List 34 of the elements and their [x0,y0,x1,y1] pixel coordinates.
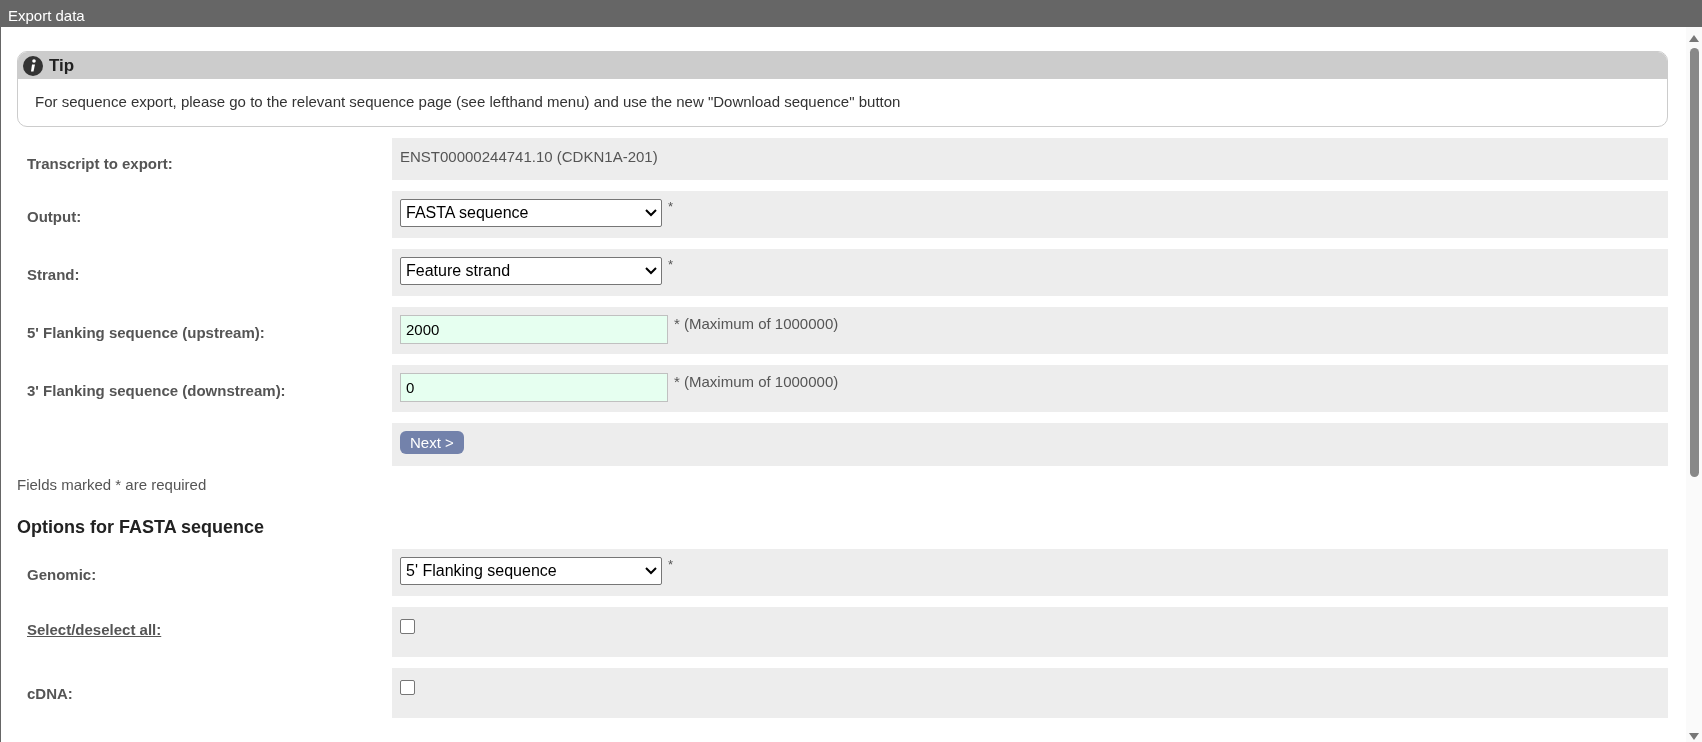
field-note: * (Maximum of 1000000) [674,373,839,390]
input-field[interactable]: 0 [400,373,668,402]
select-all-link[interactable]: Select/deselect all: [27,621,162,638]
field-label: 5' Flanking sequence (upstream): [27,324,265,341]
dropdown-chevron-icon [645,567,657,575]
input-field[interactable]: 2000 [400,315,668,344]
field-label: Transcript to export: [27,155,173,172]
field-label: Output: [27,208,82,225]
tip-text: For sequence export, please go to the relevant sequence page (see lefthand menu) and use the new "Download sequence" button [34,92,902,112]
field-label: Genomic: [27,566,97,583]
field-label: cDNA: [27,685,73,702]
dropdown-select[interactable]: 5' Flanking sequence [400,557,662,585]
required-mark: * [668,257,674,272]
info-icon [23,55,43,76]
dropdown-select[interactable]: Feature strand [400,257,662,285]
field-label: 3' Flanking sequence (downstream): [27,382,286,399]
required-mark: * [668,557,674,572]
dropdown-chevron-icon [645,267,657,275]
transcript-value: ENST00000244741.10 (CDKN1A-201) [400,148,658,165]
window-title: Export data [1,0,1702,27]
scrollbar-thumb[interactable] [1689,48,1699,477]
next-button[interactable]: Next > [400,431,464,454]
section-heading: Options for FASTA sequence [17,517,266,538]
dropdown-select[interactable]: FASTA sequence [400,199,662,227]
required-note: Fields marked * are required [17,476,208,493]
checkbox[interactable] [400,619,415,634]
field-label: Strand: [27,266,80,283]
dropdown-chevron-icon [645,209,657,217]
scroll-down-icon[interactable] [1689,733,1699,740]
scroll-up-icon[interactable] [1689,35,1699,42]
field-note: * (Maximum of 1000000) [674,315,839,332]
required-mark: * [668,199,674,214]
tip-title: Tip [49,55,75,76]
checkbox[interactable] [400,680,415,695]
